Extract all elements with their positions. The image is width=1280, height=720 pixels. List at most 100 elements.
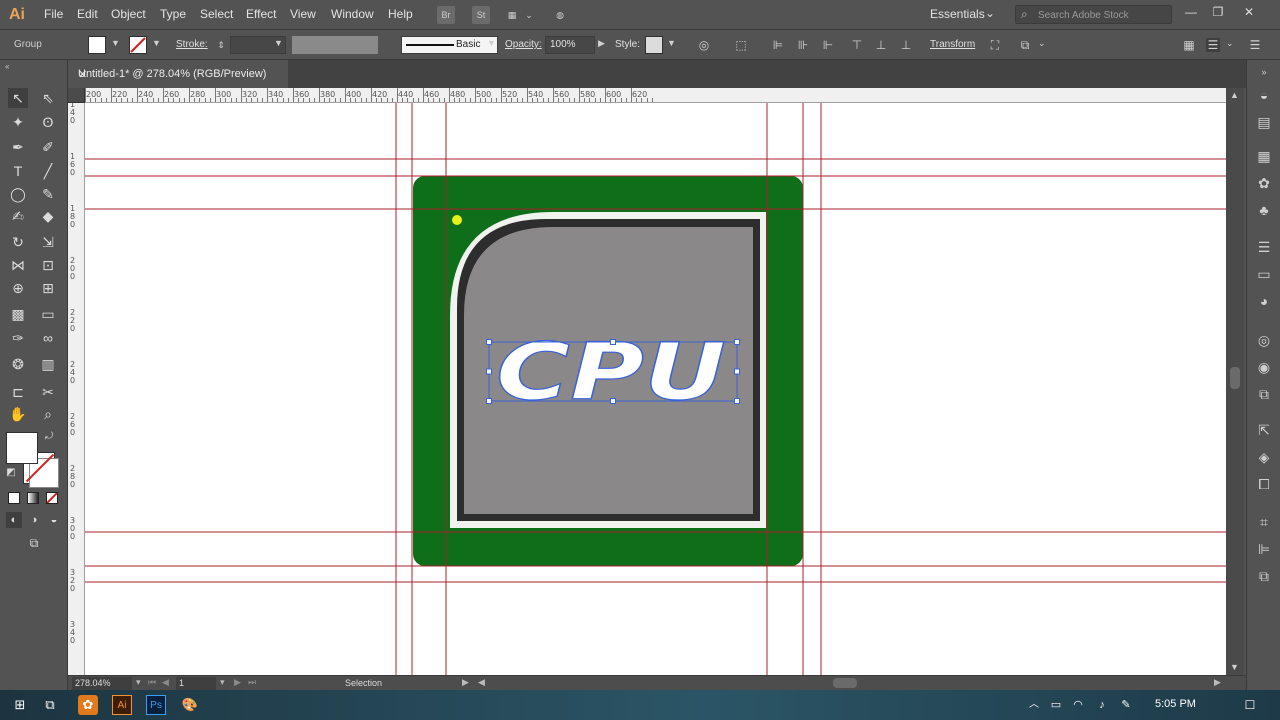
- status-menu-icon[interactable]: ▶: [462, 677, 469, 688]
- draw-normal-icon[interactable]: ◐: [6, 512, 22, 528]
- fill-swatch[interactable]: [88, 36, 106, 54]
- layers-panel-icon[interactable]: ◈: [1254, 447, 1274, 467]
- last-artboard-icon[interactable]: ⏭: [248, 677, 256, 688]
- width-tool-icon[interactable]: ⋈: [8, 255, 28, 275]
- control-menu-icon[interactable]: ☰: [1206, 38, 1220, 52]
- restore-icon[interactable]: ❐: [1207, 3, 1229, 21]
- graphic-styles-icon[interactable]: ◉: [1254, 357, 1274, 377]
- chevron-down-icon[interactable]: ⌄: [1038, 38, 1046, 49]
- selection-handle[interactable]: [610, 339, 616, 345]
- screen-mode-icon[interactable]: ⧉: [23, 534, 45, 552]
- artboard-canvas[interactable]: CPU: [85, 103, 1226, 675]
- type-tool-icon[interactable]: T: [8, 161, 28, 181]
- shaper-tool-icon[interactable]: ✍: [8, 206, 28, 226]
- pathfinder-panel-icon[interactable]: ⧉: [1254, 566, 1274, 586]
- minimize-icon[interactable]: —: [1180, 3, 1202, 21]
- opacity-label[interactable]: Opacity:: [505, 39, 542, 50]
- default-colors-icon[interactable]: ◩: [4, 466, 18, 480]
- artboard-dropdown-icon[interactable]: ▾: [220, 677, 225, 688]
- illustrator-taskbar-icon[interactable]: Ai: [112, 695, 132, 715]
- gpu-performance-icon[interactable]: ◍: [551, 6, 569, 24]
- lasso-tool-icon[interactable]: ʘ: [38, 112, 58, 132]
- color-panel-icon[interactable]: ◒: [1254, 85, 1274, 105]
- align-right-icon[interactable]: ⊩: [821, 38, 835, 52]
- line-tool-icon[interactable]: ╱: [38, 161, 58, 181]
- transform-panel-icon[interactable]: ⌗: [1254, 512, 1274, 532]
- chevron-right-icon[interactable]: ▶: [598, 38, 605, 49]
- artboards-panel-icon[interactable]: ⧠: [1254, 474, 1274, 494]
- menu-type[interactable]: Type: [160, 7, 186, 21]
- align-center-icon[interactable]: ⊪: [796, 38, 810, 52]
- menu-window[interactable]: Window: [331, 7, 374, 21]
- scroll-up-icon[interactable]: ▲: [1230, 90, 1239, 100]
- chevron-down-icon[interactable]: ⌄: [1226, 38, 1234, 49]
- align-left-icon[interactable]: ⊫: [771, 38, 785, 52]
- gradient-panel-icon[interactable]: ▭: [1254, 264, 1274, 284]
- direct-selection-tool-icon[interactable]: ⇖: [38, 88, 58, 108]
- stock-search-input[interactable]: [1038, 8, 1168, 22]
- paint-brush-app-icon[interactable]: 🎨: [180, 695, 200, 715]
- paint-app-icon[interactable]: ✿: [78, 695, 98, 715]
- variable-width-profile[interactable]: [292, 36, 378, 54]
- color-mode-icon[interactable]: [8, 492, 20, 504]
- rotate-tool-icon[interactable]: ↻: [8, 232, 28, 252]
- swatches-panel-icon[interactable]: ▦: [1254, 146, 1274, 166]
- previous-artboard-icon[interactable]: ◀: [162, 677, 169, 688]
- first-artboard-icon[interactable]: ⏮: [148, 677, 156, 688]
- stroke-label[interactable]: Stroke:: [176, 39, 208, 50]
- expand-panels-icon[interactable]: »: [1254, 62, 1274, 82]
- menu-view[interactable]: View: [290, 7, 316, 21]
- symbol-sprayer-tool-icon[interactable]: ❂: [8, 354, 28, 374]
- zoom-dropdown-icon[interactable]: ▾: [136, 677, 141, 688]
- ruler-origin[interactable]: [68, 88, 85, 103]
- close-icon[interactable]: ✕: [78, 68, 87, 81]
- selection-handle[interactable]: [486, 339, 492, 345]
- color-guide-icon[interactable]: ▤: [1254, 112, 1274, 132]
- scroll-right-icon[interactable]: ▶: [1214, 677, 1221, 688]
- scroll-left-icon[interactable]: ◀: [478, 677, 485, 688]
- gradient-tool-icon[interactable]: ▭: [38, 304, 58, 324]
- scale-tool-icon[interactable]: ⇲: [38, 232, 58, 252]
- tab-document[interactable]: Untitled-1* @ 278.04% (RGB/Preview) ✕: [70, 60, 288, 88]
- chevron-down-icon[interactable]: ▼: [152, 38, 161, 48]
- vertical-ruler[interactable]: 140 160 180 200 220 240 260 280 300 320 340: [68, 103, 85, 675]
- perspective-grid-tool-icon[interactable]: ⊞: [38, 278, 58, 298]
- artboard-tool-icon[interactable]: ⊏: [8, 382, 28, 402]
- task-view-icon[interactable]: ⧉: [40, 695, 60, 715]
- recolor-artwork-icon[interactable]: ◎: [697, 38, 711, 52]
- bridge-icon[interactable]: Br: [437, 6, 455, 24]
- graphic-style-swatch[interactable]: [645, 36, 663, 54]
- scroll-down-icon[interactable]: ▼: [1230, 662, 1239, 672]
- selection-handle[interactable]: [486, 368, 492, 375]
- highlight-dot[interactable]: [452, 215, 462, 225]
- vertical-scrollbar[interactable]: ▲ ▼: [1226, 88, 1244, 675]
- chevron-down-icon[interactable]: ▼: [667, 38, 676, 48]
- slice-tool-icon[interactable]: ✂: [38, 382, 58, 402]
- stroke-panel-icon[interactable]: ☰: [1254, 237, 1274, 257]
- brushes-panel-icon[interactable]: ✿: [1254, 173, 1274, 193]
- eyedropper-tool-icon[interactable]: ✑: [8, 328, 28, 348]
- chevron-down-icon[interactable]: ⌄: [985, 6, 995, 20]
- align-bottom-icon[interactable]: ⊥: [899, 38, 913, 52]
- taskbar-clock[interactable]: 5:05 PM: [1155, 698, 1196, 710]
- stepper-icon[interactable]: ⇕: [214, 38, 228, 52]
- selection-handle[interactable]: [486, 398, 492, 404]
- close-icon[interactable]: ✕: [1238, 3, 1260, 21]
- pathfinder-icon[interactable]: ⧉: [1018, 38, 1032, 52]
- chevron-down-icon[interactable]: ▼: [487, 38, 496, 48]
- align-panel-icon[interactable]: ⊫: [1254, 539, 1274, 559]
- align-middle-icon[interactable]: ⊥: [874, 38, 888, 52]
- fill-color-swatch[interactable]: [6, 432, 38, 464]
- align-top-icon[interactable]: ⊤: [850, 38, 864, 52]
- links-panel-icon[interactable]: ⧉: [1254, 384, 1274, 404]
- align-to-icon[interactable]: ⬚: [734, 38, 748, 52]
- opacity-field[interactable]: 100%: [545, 36, 595, 54]
- draw-behind-icon[interactable]: ◑: [26, 512, 42, 528]
- paintbrush-tool-icon[interactable]: ✎: [38, 184, 58, 204]
- photoshop-taskbar-icon[interactable]: Ps: [146, 695, 166, 715]
- selection-tool-icon[interactable]: ↖: [8, 88, 28, 108]
- swap-colors-icon[interactable]: ⤾: [42, 430, 56, 444]
- windows-start-icon[interactable]: ⊞: [10, 695, 30, 715]
- draw-inside-icon[interactable]: ◒: [46, 512, 62, 528]
- panel-menu-icon[interactable]: ☰: [1248, 38, 1262, 52]
